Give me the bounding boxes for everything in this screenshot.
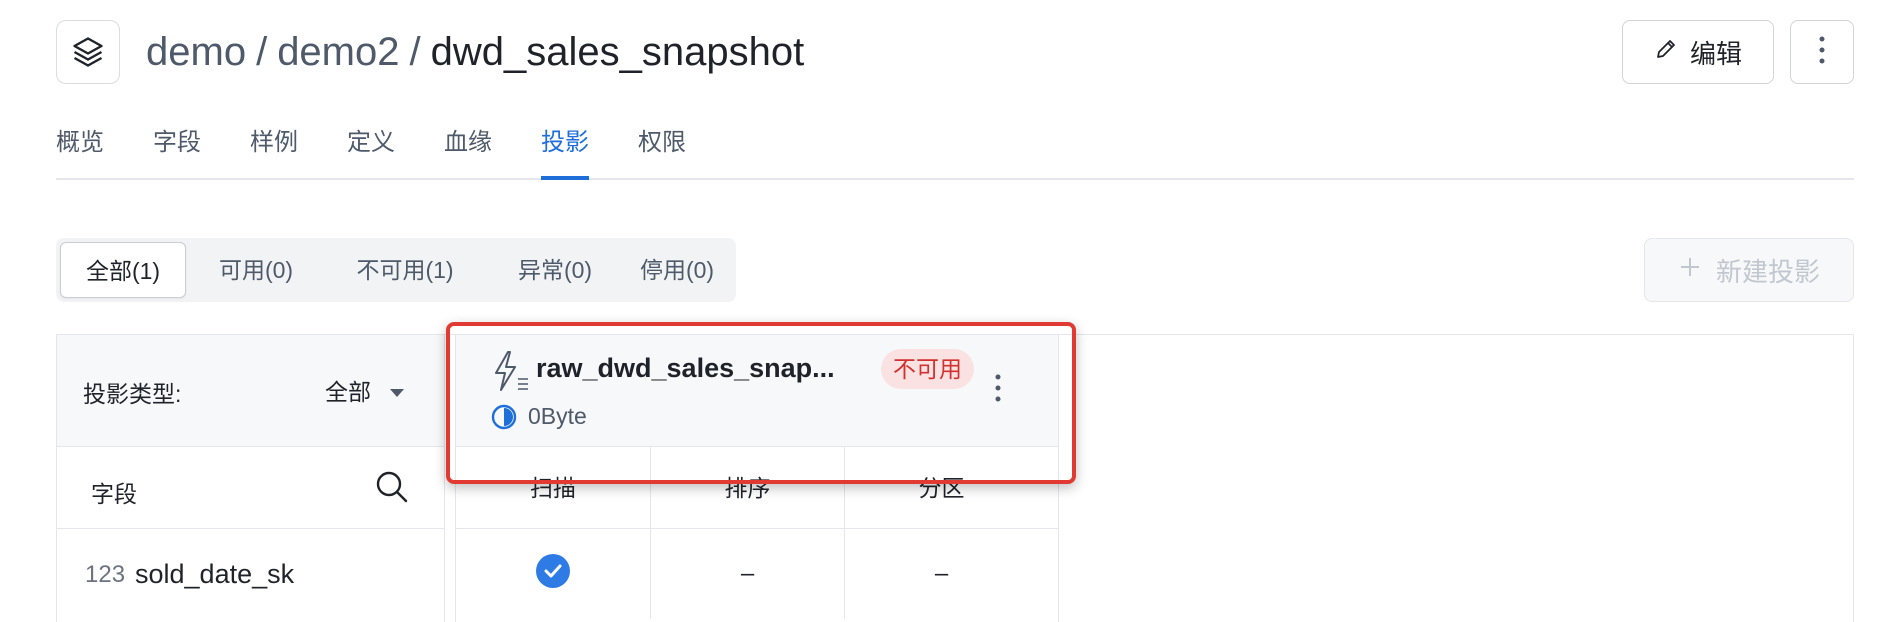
breadcrumb-item-demo2[interactable]: demo2 — [277, 30, 399, 74]
numeric-type-icon: 123 — [85, 561, 126, 588]
table-row: 123 sold_date_sk — [57, 529, 444, 619]
tab-bar: 概览 字段 样例 定义 血缘 投影 权限 — [56, 118, 1854, 180]
breadcrumb: demo / demo2/dwd_sales_snapshot — [146, 26, 804, 78]
table-row: – – — [456, 529, 1058, 619]
new-projection-label: 新建投影 — [1715, 256, 1820, 287]
page-title: dwd_sales_snapshot — [430, 30, 805, 74]
layers-icon — [56, 20, 120, 84]
caret-down-icon — [389, 377, 405, 404]
status-filter: 全部(1) 可用(0) 不可用(1) 异常(0) 停用(0) — [56, 238, 736, 302]
edit-button-label: 编辑 — [1689, 38, 1742, 69]
edit-button[interactable]: 编辑 — [1622, 20, 1774, 84]
field-header-label: 字段 — [91, 481, 137, 507]
tab-projection[interactable]: 投影 — [541, 122, 589, 180]
pencil-icon — [1654, 37, 1678, 68]
new-projection-button[interactable]: 新建投影 — [1644, 238, 1854, 302]
filter-abnormal[interactable]: 异常(0) — [490, 242, 620, 298]
tab-samples[interactable]: 样例 — [250, 122, 298, 178]
sort-cell: – — [650, 529, 844, 619]
scan-cell — [456, 529, 650, 619]
tab-permissions[interactable]: 权限 — [638, 122, 686, 178]
vertical-ellipsis-icon — [1818, 35, 1826, 70]
field-name: sold_date_sk — [135, 559, 295, 589]
annotation-highlight-box — [446, 322, 1076, 484]
filter-disabled[interactable]: 停用(0) — [622, 242, 732, 298]
filter-all[interactable]: 全部(1) — [60, 242, 186, 298]
page-header: demo / demo2/dwd_sales_snapshot 编辑 — [56, 20, 1854, 84]
projection-type-select[interactable]: 全部 — [325, 373, 405, 407]
check-circle-icon — [535, 553, 571, 596]
breadcrumb-separator: / — [409, 30, 421, 74]
tab-fields[interactable]: 字段 — [153, 122, 201, 178]
projection-type-value: 全部 — [325, 379, 371, 405]
filter-unavailable[interactable]: 不可用(1) — [330, 242, 480, 298]
breadcrumb-item-demo[interactable]: demo — [146, 30, 246, 74]
tab-lineage[interactable]: 血缘 — [444, 122, 492, 178]
breadcrumb-separator: / — [256, 30, 268, 74]
plus-icon — [1678, 255, 1702, 286]
filter-available[interactable]: 可用(0) — [192, 242, 320, 298]
tab-overview[interactable]: 概览 — [56, 122, 104, 178]
partition-cell: – — [844, 529, 1038, 619]
projection-type-label: 投影类型: — [83, 381, 182, 407]
search-icon[interactable] — [374, 469, 410, 510]
tab-definition[interactable]: 定义 — [347, 122, 395, 178]
projection-type-filter: 投影类型: 全部 — [57, 335, 444, 447]
more-button[interactable] — [1790, 20, 1854, 84]
field-column: 投影类型: 全部 字段 123 sold_date_sk — [57, 335, 445, 622]
field-header: 字段 — [57, 447, 444, 529]
